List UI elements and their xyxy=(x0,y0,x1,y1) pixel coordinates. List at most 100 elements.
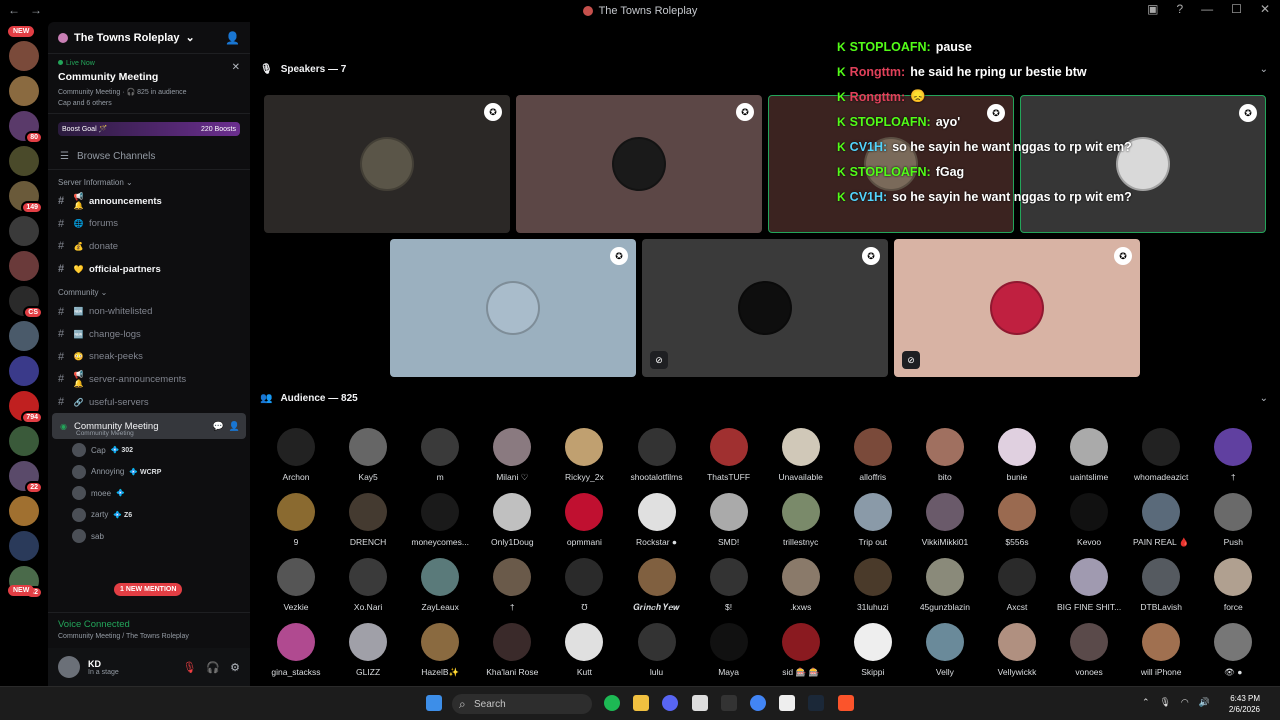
inbox-icon[interactable]: ▣ xyxy=(1147,2,1158,16)
add-user-icon[interactable]: 👤 xyxy=(229,421,240,432)
audience-member[interactable]: Axcst xyxy=(981,558,1053,612)
speakers-header[interactable]: 🎙 Speakers — 7 xyxy=(260,64,346,75)
chrome-icon[interactable] xyxy=(750,695,766,711)
new-badge-bottom[interactable]: NEW xyxy=(8,585,35,596)
audience-member[interactable]: whomadeazict xyxy=(1125,428,1197,482)
collapse-audience-icon[interactable]: ⌄ xyxy=(1260,393,1268,404)
back-icon[interactable]: ← xyxy=(8,3,20,17)
server-icon[interactable]: 794 xyxy=(9,391,43,424)
audience-member[interactable]: m xyxy=(404,428,476,482)
headphones-icon[interactable]: 🎧 xyxy=(206,661,220,674)
stage-member[interactable]: moee 💠 xyxy=(48,482,250,504)
audience-member[interactable]: Vezkie xyxy=(260,558,332,612)
audience-member[interactable]: force xyxy=(1197,558,1269,612)
app-icon[interactable] xyxy=(691,695,708,711)
speaker-tile[interactable]: ✪ xyxy=(264,95,510,233)
audience-member[interactable]: vonoes xyxy=(1053,623,1125,677)
taskbar-search[interactable]: Search xyxy=(452,694,592,714)
audience-member[interactable]: Milani ♡ xyxy=(476,428,548,483)
audience-member[interactable]: .kxws xyxy=(765,558,837,612)
audience-member[interactable]: HazelB✨ xyxy=(404,623,476,678)
audience-member[interactable]: sid 🎰 🎰 xyxy=(765,623,837,678)
channel-official-partners[interactable]: # 💛 official-partners xyxy=(48,258,250,281)
close-icon[interactable]: ✕ xyxy=(232,62,240,73)
speaker-tile[interactable]: ✪ xyxy=(516,95,762,233)
audience-member[interactable]: bunie xyxy=(981,428,1053,482)
maximize-icon[interactable]: ☐ xyxy=(1231,2,1242,16)
audience-member[interactable]: SMD! xyxy=(693,493,765,547)
audience-member[interactable]: lulu xyxy=(621,623,693,677)
channel-sneak-peeks[interactable]: # 😳 sneak-peeks xyxy=(48,346,250,369)
stage-member[interactable]: sab xyxy=(48,525,250,547)
server-icon[interactable] xyxy=(9,76,39,106)
audience-member[interactable]: 👁 ● xyxy=(1197,623,1269,678)
audience-member[interactable]: Vellywickk xyxy=(981,623,1053,677)
stage-member[interactable]: Cap 💠 302 xyxy=(48,439,250,461)
folder-icon[interactable] xyxy=(633,695,650,711)
speaker-tile[interactable]: ✪ xyxy=(390,239,636,377)
audience-member[interactable]: PAIN REAL 🩸 xyxy=(1125,493,1197,548)
server-icon[interactable] xyxy=(9,496,39,526)
minimize-icon[interactable]: — xyxy=(1201,2,1213,16)
channel-change-logs[interactable]: # 🆕 change-logs xyxy=(48,323,250,346)
stage-member[interactable]: zarty 💠 Z6 xyxy=(48,504,250,526)
audience-member[interactable]: Kutt xyxy=(548,623,620,677)
stage-member[interactable]: Annoying 💠 WCRP xyxy=(48,461,250,483)
voice-status[interactable]: Voice Connected xyxy=(58,619,240,630)
audience-member[interactable]: Ʊ xyxy=(548,558,620,612)
audience-member[interactable]: $! xyxy=(693,558,765,612)
audience-member[interactable]: 9 xyxy=(260,493,332,547)
audience-member[interactable]: shootalotfilms xyxy=(621,428,693,482)
volume-icon[interactable]: 🔊 xyxy=(1199,697,1210,708)
forward-icon[interactable]: → xyxy=(30,3,42,17)
channel-announcements[interactable]: # 📢🔔 announcements xyxy=(48,190,250,213)
collapse-speakers-icon[interactable]: ⌄ xyxy=(1260,64,1268,75)
audience-member[interactable]: will iPhone xyxy=(1125,623,1197,677)
server-icon[interactable]: 149 xyxy=(9,181,43,214)
server-icon[interactable] xyxy=(9,216,39,246)
channel-forums[interactable]: # 🌐 forums xyxy=(48,213,250,236)
wifi-icon[interactable]: ◠ xyxy=(1181,697,1189,708)
gog-icon[interactable] xyxy=(779,695,796,711)
audience-member[interactable]: trillestnyc xyxy=(765,493,837,547)
boost-goal[interactable]: Boost Goal 🪄 220 Boosts xyxy=(58,122,240,136)
audience-member[interactable]: Kevoo xyxy=(1053,493,1125,547)
audience-member[interactable]: BIG FINE SHIT... xyxy=(1053,558,1125,612)
channel-server-announcements[interactable]: # 📢🔔 server-announcements xyxy=(48,368,250,391)
audience-header[interactable]: 👥 Audience — 825 xyxy=(260,393,358,404)
server-icon[interactable]: CS xyxy=(9,286,43,319)
audience-member[interactable]: † xyxy=(476,558,548,612)
audience-member[interactable]: Rickyy_2x xyxy=(548,428,620,482)
audience-member[interactable]: opmmani xyxy=(548,493,620,547)
audience-member[interactable]: Kay5 xyxy=(332,428,404,482)
voice-location[interactable]: Community Meeting / The Towns Roleplay xyxy=(58,633,240,640)
audience-member[interactable]: gina_stackss xyxy=(260,623,332,677)
speaker-tile[interactable]: ✪ ⊘ xyxy=(642,239,888,377)
audience-member[interactable]: Archon xyxy=(260,428,332,482)
server-icon[interactable] xyxy=(9,321,39,351)
audience-member[interactable]: Xo.Nari xyxy=(332,558,404,612)
channel-donate[interactable]: # 💰 donate xyxy=(48,235,250,258)
new-mention-badge[interactable]: 1 NEW MENTION xyxy=(114,583,183,596)
speaker-tile[interactable]: ✪ ⊘ xyxy=(894,239,1140,377)
close-icon[interactable]: ✕ xyxy=(1260,2,1270,16)
audience-member[interactable]: ZayLeaux xyxy=(404,558,476,612)
audience-member[interactable]: DTBLavish xyxy=(1125,558,1197,612)
server-icon[interactable] xyxy=(9,531,39,561)
add-member-icon[interactable]: 👤 xyxy=(225,31,240,45)
discord-icon[interactable] xyxy=(662,695,679,711)
channel-useful-servers[interactable]: # 🔗 useful-servers xyxy=(48,391,250,414)
audience-member[interactable]: Kha'lani Rose xyxy=(476,623,548,677)
server-icon[interactable] xyxy=(9,426,39,456)
audience-member[interactable]: Rockstar ● xyxy=(621,493,693,547)
stage-channel-community-meeting[interactable]: ◉ Community Meeting Community Meeting 💬 … xyxy=(52,413,246,440)
server-icon[interactable]: 80 xyxy=(9,111,43,144)
audience-member[interactable]: Only1Doug xyxy=(476,493,548,547)
audience-member[interactable]: Velly xyxy=(909,623,981,677)
audience-member[interactable]: moneycomes... xyxy=(404,493,476,547)
mic-muted-icon[interactable]: 🎙 xyxy=(182,661,196,674)
new-badge-top[interactable]: NEW xyxy=(8,26,35,37)
audience-member[interactable]: 45gunzblazin xyxy=(909,558,981,612)
audience-member[interactable]: alloffris xyxy=(837,428,909,482)
audience-member[interactable]: Trip out xyxy=(837,493,909,547)
